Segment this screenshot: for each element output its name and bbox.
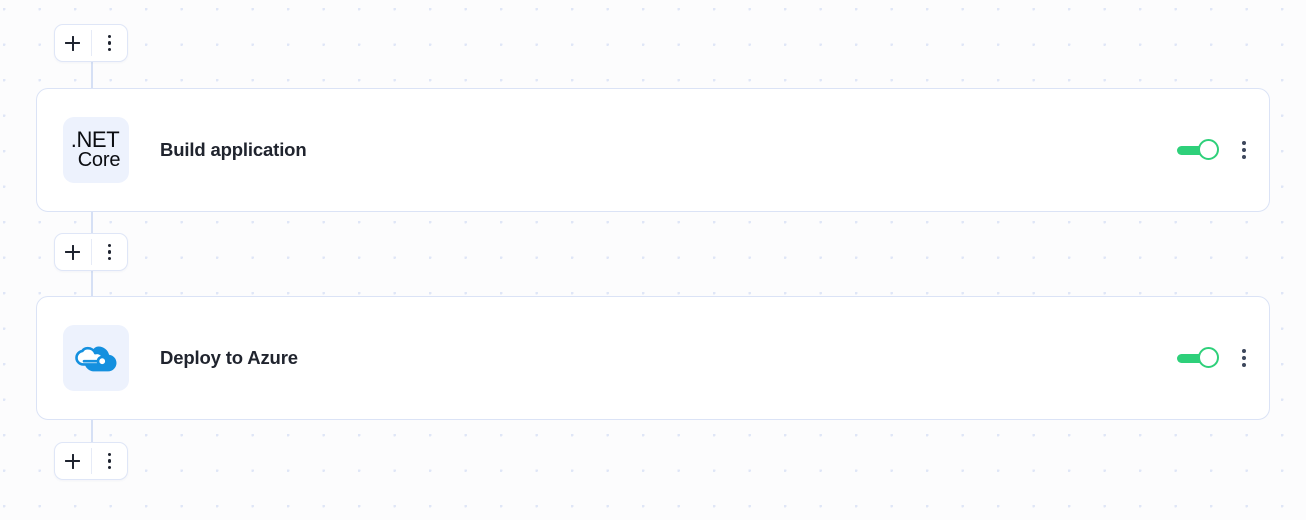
- azure-cloud-glyph: [75, 346, 117, 372]
- enabled-toggle[interactable]: [1177, 347, 1219, 369]
- connector-line: [91, 208, 93, 236]
- plus-icon: [65, 453, 81, 469]
- add-step-button[interactable]: [55, 234, 91, 270]
- add-node-group-middle[interactable]: [54, 233, 128, 271]
- kebab-menu-icon: [1242, 140, 1246, 160]
- pipeline-flow-canvas[interactable]: .NET Core Build application Deploy to Az…: [0, 0, 1306, 520]
- step-menu-button[interactable]: [1239, 137, 1249, 163]
- dotnet-icon-line1: .NET: [70, 127, 120, 153]
- add-step-button[interactable]: [55, 25, 91, 61]
- step-card-deploy-to-azure[interactable]: Deploy to Azure: [36, 296, 1270, 420]
- node-menu-button[interactable]: [91, 443, 127, 479]
- dotnet-core-icon: .NET Core: [63, 117, 129, 183]
- connector-line: [91, 416, 93, 444]
- plus-icon: [65, 244, 81, 260]
- step-menu-button[interactable]: [1239, 345, 1249, 371]
- node-menu-button[interactable]: [91, 234, 127, 270]
- step-controls: [1177, 345, 1269, 371]
- dotnet-icon-line2: Core: [77, 148, 121, 171]
- kebab-menu-icon: [107, 34, 111, 52]
- step-card-build-application[interactable]: .NET Core Build application: [36, 88, 1270, 212]
- add-node-group-top[interactable]: [54, 24, 128, 62]
- step-title: Build application: [160, 139, 307, 160]
- node-menu-button[interactable]: [91, 25, 127, 61]
- add-step-button[interactable]: [55, 443, 91, 479]
- kebab-menu-icon: [107, 243, 111, 261]
- azure-cloud-icon: [63, 325, 129, 391]
- kebab-menu-icon: [1242, 348, 1246, 368]
- plus-icon: [65, 35, 81, 51]
- step-title: Deploy to Azure: [160, 347, 298, 368]
- add-node-group-bottom[interactable]: [54, 442, 128, 480]
- step-controls: [1177, 137, 1269, 163]
- kebab-menu-icon: [107, 452, 111, 470]
- toggle-knob: [1198, 347, 1219, 368]
- enabled-toggle[interactable]: [1177, 139, 1219, 161]
- toggle-knob: [1198, 139, 1219, 160]
